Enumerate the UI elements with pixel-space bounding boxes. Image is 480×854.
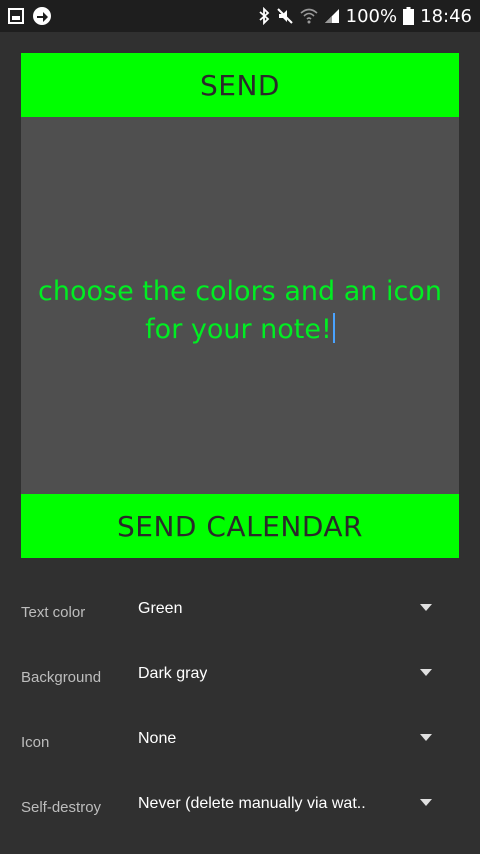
text-cursor bbox=[332, 312, 335, 343]
sync-icon bbox=[32, 6, 52, 26]
mute-icon bbox=[276, 7, 294, 25]
battery-percentage: 100% bbox=[345, 5, 398, 27]
signal-icon bbox=[324, 8, 340, 24]
background-dropdown[interactable]: Dark gray bbox=[138, 657, 440, 691]
background-value: Dark gray bbox=[138, 665, 208, 682]
dropdown-arrow-icon bbox=[420, 799, 432, 806]
send-calendar-button[interactable]: SEND CALENDAR bbox=[21, 494, 459, 558]
icon-label: Icon bbox=[21, 734, 50, 751]
text-color-dropdown[interactable]: Green bbox=[138, 592, 440, 626]
self-destroy-dropdown[interactable]: Never (delete manually via wat.. bbox=[138, 787, 440, 821]
note-text-area[interactable]: choose the colors and an icon for your n… bbox=[21, 117, 459, 494]
note-text-content[interactable]: choose the colors and an icon for your n… bbox=[25, 273, 455, 349]
setting-row-self-destroy: Self-destroy Never (delete manually via … bbox=[0, 773, 480, 838]
icon-dropdown[interactable]: None bbox=[138, 722, 440, 756]
note-settings: Text color Green Background Dark gray Ic… bbox=[0, 578, 480, 838]
clock: 18:46 bbox=[420, 5, 472, 27]
background-label: Background bbox=[21, 669, 102, 686]
self-destroy-label: Self-destroy bbox=[21, 799, 102, 816]
icon-value: None bbox=[138, 730, 177, 747]
setting-row-icon: Icon None bbox=[0, 708, 480, 773]
note-preview-card: SEND choose the colors and an icon for y… bbox=[21, 53, 459, 558]
status-right-icons: 100% 18:46 bbox=[258, 6, 472, 27]
status-bar: 100% 18:46 bbox=[0, 0, 480, 32]
self-destroy-value: Never (delete manually via wat.. bbox=[138, 795, 366, 812]
gallery-icon bbox=[8, 8, 24, 24]
text-color-label: Text color bbox=[21, 604, 86, 621]
setting-row-text-color: Text color Green bbox=[0, 578, 480, 643]
wifi-icon bbox=[300, 8, 318, 24]
dropdown-arrow-icon bbox=[420, 734, 432, 741]
text-color-value: Green bbox=[138, 600, 183, 617]
dropdown-arrow-icon bbox=[420, 604, 432, 611]
bluetooth-icon bbox=[258, 7, 270, 25]
note-text: choose the colors and an icon for your n… bbox=[38, 275, 442, 345]
setting-row-background: Background Dark gray bbox=[0, 643, 480, 708]
send-button[interactable]: SEND bbox=[21, 53, 459, 117]
dropdown-arrow-icon bbox=[420, 669, 432, 676]
battery-icon bbox=[403, 7, 415, 25]
status-left-icons bbox=[8, 6, 52, 26]
